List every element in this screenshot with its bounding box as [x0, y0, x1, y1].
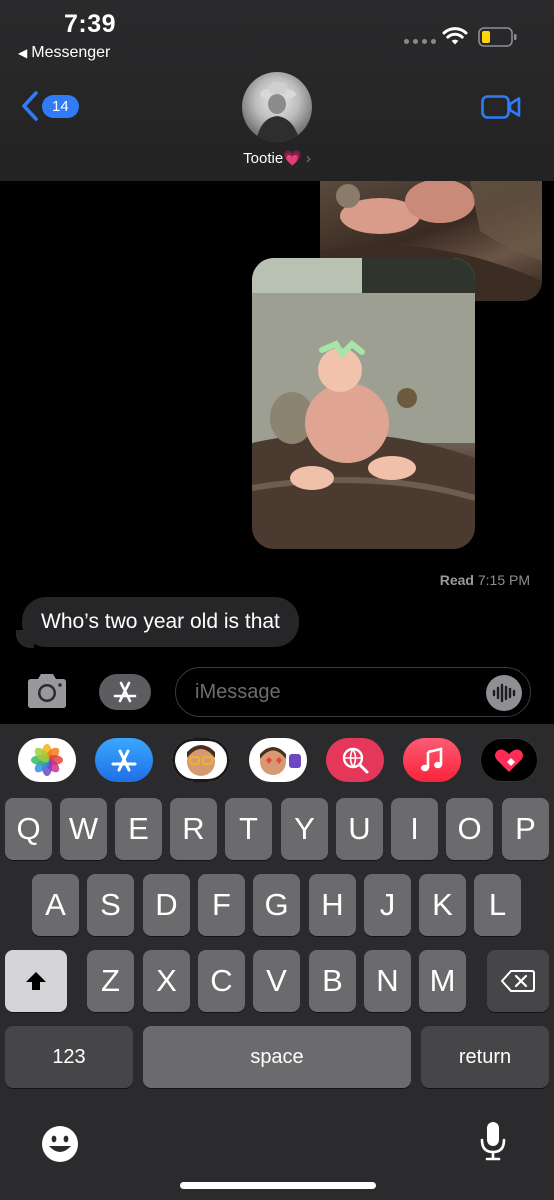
- return-key[interactable]: return: [421, 1026, 549, 1088]
- baby-photo-image: [252, 258, 475, 549]
- key-z[interactable]: Z: [87, 950, 134, 1012]
- key-g[interactable]: G: [253, 874, 300, 936]
- animoji-icon: [260, 747, 301, 775]
- key-i[interactable]: I: [391, 798, 438, 860]
- home-indicator[interactable]: [180, 1182, 376, 1189]
- memoji-icon: [172, 738, 230, 782]
- emoji-icon[interactable]: [40, 1124, 80, 1164]
- key-a[interactable]: A: [32, 874, 79, 936]
- photos-icon: [31, 744, 63, 776]
- keyboard: Q W E R T Y U I O P A S D F G H J K L Z …: [0, 724, 554, 1200]
- contact-name: Tootie: [243, 150, 284, 167]
- key-w[interactable]: W: [60, 798, 107, 860]
- key-q[interactable]: Q: [5, 798, 52, 860]
- back-triangle-icon: ◀: [18, 46, 28, 60]
- key-l[interactable]: L: [474, 874, 521, 936]
- key-x[interactable]: X: [143, 950, 190, 1012]
- read-label: Read: [439, 572, 474, 588]
- key-s[interactable]: S: [87, 874, 134, 936]
- imessage-input[interactable]: iMessage: [175, 667, 531, 717]
- memoji-stickers-button[interactable]: [172, 738, 230, 782]
- app-store-icon: [111, 749, 137, 772]
- digital-touch-app-button[interactable]: [480, 738, 538, 782]
- key-m[interactable]: M: [419, 950, 466, 1012]
- unread-count-badge: 14: [42, 94, 79, 118]
- key-o[interactable]: O: [446, 798, 493, 860]
- key-v[interactable]: V: [253, 950, 300, 1012]
- imessage-apps-row: [0, 738, 554, 784]
- key-h[interactable]: H: [309, 874, 356, 936]
- key-u[interactable]: U: [336, 798, 383, 860]
- sent-photo-latest[interactable]: [252, 258, 475, 549]
- key-p[interactable]: P: [502, 798, 549, 860]
- key-r[interactable]: R: [170, 798, 217, 860]
- key-d[interactable]: D: [143, 874, 190, 936]
- back-to-app-link[interactable]: ◀ Messenger: [18, 44, 110, 62]
- chevron-right-icon: ›: [305, 150, 311, 167]
- backspace-icon: [501, 970, 535, 992]
- music-app-button[interactable]: [403, 738, 461, 782]
- heart-emoji: 💗: [283, 150, 302, 167]
- shift-key[interactable]: [5, 950, 67, 1012]
- contact-name-button[interactable]: Tootie💗 ›: [0, 149, 554, 167]
- app-store-icon: [113, 681, 137, 703]
- read-time: 7:15 PM: [477, 572, 530, 588]
- back-app-label: Messenger: [31, 44, 111, 61]
- wifi-icon: [442, 27, 468, 45]
- key-n[interactable]: N: [364, 950, 411, 1012]
- person-photo-icon: [256, 82, 300, 142]
- camera-icon[interactable]: [24, 672, 70, 710]
- numbers-key[interactable]: 123: [5, 1026, 133, 1088]
- chevron-left-icon: [22, 91, 38, 121]
- waveform-icon: [492, 683, 516, 703]
- video-call-icon[interactable]: [481, 94, 521, 120]
- incoming-message-bubble[interactable]: Who’s two year old is that: [22, 597, 299, 647]
- key-j[interactable]: J: [364, 874, 411, 936]
- dictation-mic-icon[interactable]: [478, 1120, 508, 1162]
- contact-avatar[interactable]: [242, 72, 312, 142]
- key-y[interactable]: Y: [281, 798, 328, 860]
- key-b[interactable]: B: [309, 950, 356, 1012]
- key-k[interactable]: K: [419, 874, 466, 936]
- photos-app-button[interactable]: [18, 738, 76, 782]
- app-drawer-toggle[interactable]: [99, 674, 151, 710]
- conversation-header: 7:39 ◀ Messenger 14 Tootie💗 ›: [0, 0, 554, 181]
- music-note-icon: [421, 747, 443, 772]
- key-c[interactable]: C: [198, 950, 245, 1012]
- globe-search-icon: [342, 747, 369, 774]
- heart-touch-icon: [495, 749, 523, 772]
- audio-message-button[interactable]: [486, 675, 522, 711]
- key-t[interactable]: T: [225, 798, 272, 860]
- delete-key[interactable]: [487, 950, 549, 1012]
- shift-arrow-icon: [26, 972, 46, 990]
- battery-icon: [478, 27, 517, 47]
- back-button[interactable]: 14: [20, 90, 79, 122]
- app-store-app-button[interactable]: [95, 738, 153, 782]
- key-e[interactable]: E: [115, 798, 162, 860]
- memoji-app-button[interactable]: [249, 738, 307, 782]
- status-time: 7:39: [64, 10, 117, 38]
- read-receipt: Read 7:15 PM: [440, 572, 530, 588]
- key-f[interactable]: F: [198, 874, 245, 936]
- image-search-app-button[interactable]: [326, 738, 384, 782]
- space-key[interactable]: space: [143, 1026, 411, 1088]
- imessage-placeholder: iMessage: [195, 681, 281, 703]
- cellular-signal-icon: [404, 39, 436, 44]
